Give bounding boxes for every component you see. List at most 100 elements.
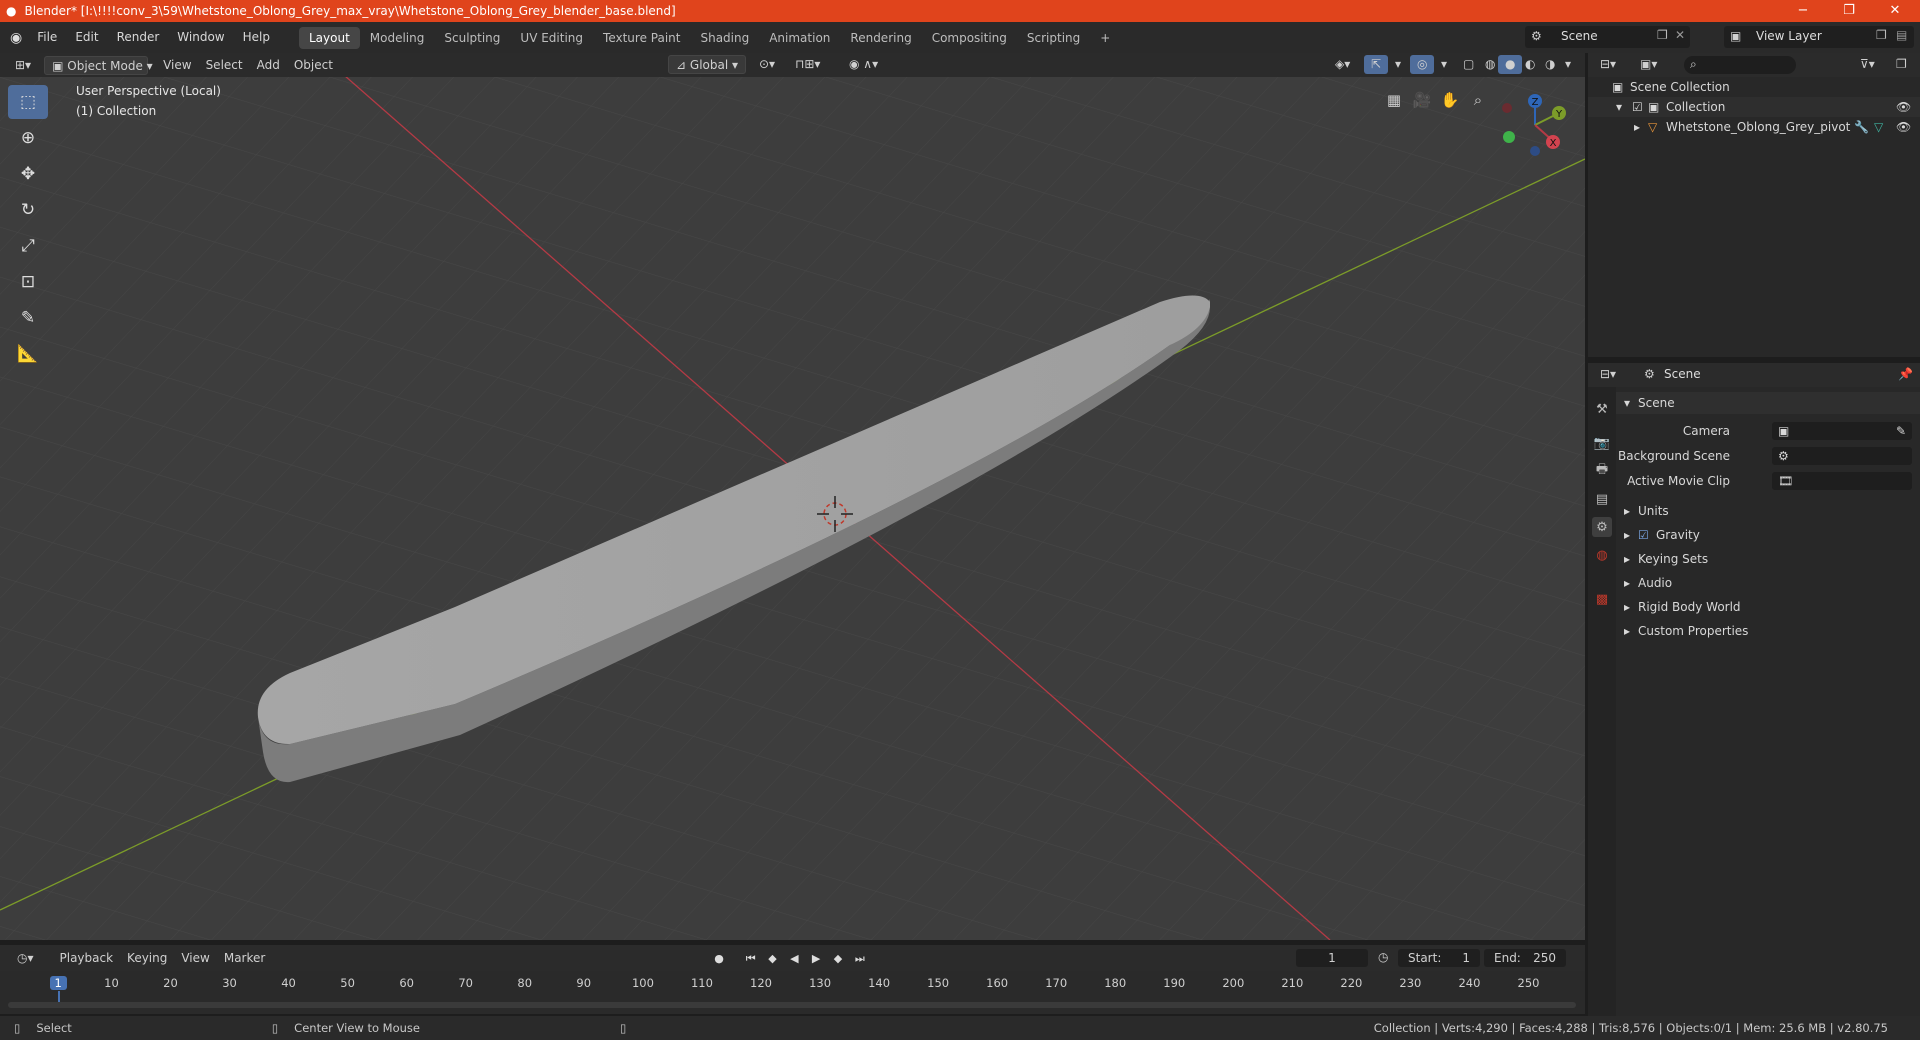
shading-dropdown-icon[interactable]: ▾ <box>1558 55 1578 74</box>
background-scene-field[interactable]: ⚙ <box>1772 447 1912 465</box>
gizmo-toggle-icon[interactable]: ⇱ <box>1364 55 1389 74</box>
minimize-button[interactable]: − <box>1780 0 1826 22</box>
active-movie-clip-field[interactable]: 🎞 <box>1772 472 1912 490</box>
viewport-scene[interactable] <box>0 77 1585 940</box>
move-tool[interactable]: ✥ <box>8 157 48 191</box>
menu-window[interactable]: Window <box>168 22 233 53</box>
outliner-search-input[interactable]: ⌕ <box>1684 56 1796 74</box>
display-mode-icon[interactable]: ▣▾ <box>1640 57 1657 71</box>
visibility-icon[interactable]: ◈▾ <box>1328 55 1357 74</box>
menu-object[interactable]: Object <box>287 56 340 75</box>
mesh-data-icon[interactable]: ▽ <box>1874 117 1883 137</box>
jump-start-icon[interactable]: ⏮ <box>742 950 760 968</box>
mode-dropdown[interactable]: ▣ Object Mode ▾ <box>44 55 153 75</box>
scene-selector[interactable]: ⚙ Scene ❐ ✕ <box>1525 26 1690 48</box>
pivot-point-icon[interactable]: ⊙▾ <box>752 55 782 74</box>
modifier-wrench-icon[interactable]: 🔧 <box>1854 117 1869 137</box>
overlays-toggle-icon[interactable]: ◎ <box>1410 55 1435 74</box>
workspace-tab-modeling[interactable]: Modeling <box>360 27 435 49</box>
workspace-tab-animation[interactable]: Animation <box>759 27 840 49</box>
annotate-tool[interactable]: ✎ <box>8 301 48 335</box>
scene-tab-icon[interactable]: ⚙ <box>1592 517 1612 537</box>
render-tab-icon[interactable]: 📷 <box>1592 433 1612 453</box>
timeline-scrollbar[interactable] <box>8 1002 1576 1008</box>
world-tab-icon[interactable]: ◍ <box>1592 545 1612 565</box>
record-icon[interactable]: ● <box>710 949 728 967</box>
view-layer-tab-icon[interactable]: ▤ <box>1592 489 1612 509</box>
panel-audio[interactable]: ▸ Audio <box>1616 572 1920 594</box>
editor-type-icon[interactable]: ⊞▾ <box>8 56 38 75</box>
preview-range-icon[interactable]: ◷ <box>1378 950 1388 964</box>
texture-tab-icon[interactable]: ▩ <box>1592 589 1612 609</box>
measure-tool[interactable]: 📐 <box>8 337 48 371</box>
pan-view-icon[interactable]: ✋ <box>1436 87 1464 113</box>
menu-add[interactable]: Add <box>250 56 287 75</box>
properties-editor-type-icon[interactable]: ⊟▾ <box>1600 367 1616 381</box>
select-box-tool[interactable]: ⬚ <box>8 85 48 119</box>
menu-timeline-view[interactable]: View <box>174 949 216 968</box>
workspace-tab-texture-paint[interactable]: Texture Paint <box>593 27 690 49</box>
overlays-dropdown-icon[interactable]: ▾ <box>1434 55 1454 74</box>
menu-file[interactable]: File <box>28 22 66 53</box>
zoom-view-icon[interactable]: ⌕ <box>1464 87 1492 113</box>
expand-arrow-icon[interactable]: ▾ <box>1616 97 1622 117</box>
workspace-tab-compositing[interactable]: Compositing <box>922 27 1017 49</box>
menu-marker[interactable]: Marker <box>217 949 272 968</box>
workspace-tab-scripting[interactable]: Scripting <box>1017 27 1090 49</box>
transform-orientation-dropdown[interactable]: ⊿ Global ▾ <box>668 55 746 74</box>
output-tab-icon[interactable]: 🖶 <box>1592 461 1612 481</box>
menu-select[interactable]: Select <box>199 56 250 75</box>
menu-keying[interactable]: Keying <box>120 949 174 968</box>
jump-keyframe-forward-icon[interactable]: ◆ <box>829 949 847 967</box>
menu-view[interactable]: View <box>156 56 198 75</box>
new-view-layer-icon[interactable]: ❐ <box>1876 28 1887 42</box>
camera-view-icon[interactable]: 🎥 <box>1408 87 1436 113</box>
delete-scene-icon[interactable]: ✕ <box>1675 28 1685 42</box>
panel-custom-properties[interactable]: ▸ Custom Properties <box>1616 620 1920 642</box>
menu-help[interactable]: Help <box>234 22 279 53</box>
snap-icon[interactable]: ⊓⊞▾ <box>788 55 827 74</box>
add-workspace-button[interactable]: + <box>1090 27 1120 49</box>
start-frame-field[interactable]: Start: 1 <box>1398 949 1480 967</box>
jump-keyframe-back-icon[interactable]: ◆ <box>763 949 781 967</box>
delete-view-layer-icon[interactable]: ▤ <box>1896 28 1907 42</box>
outliner-editor-type-icon[interactable]: ⊟▾ <box>1600 57 1616 71</box>
camera-field[interactable]: ▣ ✎ <box>1772 422 1912 440</box>
gravity-checkbox[interactable]: ☑ <box>1638 524 1649 546</box>
play-reverse-icon[interactable]: ◀ <box>785 949 803 967</box>
new-scene-icon[interactable]: ❐ <box>1657 28 1668 42</box>
expand-arrow-icon[interactable]: ▸ <box>1634 117 1640 137</box>
scene-section-header[interactable]: ▾ Scene <box>1616 392 1920 414</box>
cursor-tool[interactable]: ⊕ <box>8 121 48 155</box>
timeline-editor-type-icon[interactable]: ◷▾ <box>10 949 41 968</box>
timeline[interactable]: 1 10 20 30 40 50 60 70 80 90 100 110 120 130 140 150 160… <box>0 971 1585 1014</box>
view-layer-selector[interactable]: ▣ View Layer ❐ ▤ <box>1724 26 1914 48</box>
workspace-tab-layout[interactable]: Layout <box>298 26 360 49</box>
workspace-tab-rendering[interactable]: Rendering <box>840 27 921 49</box>
pin-icon[interactable]: 📌 <box>1898 367 1913 381</box>
panel-keying-sets[interactable]: ▸ Keying Sets <box>1616 548 1920 570</box>
gizmo-dropdown-icon[interactable]: ▾ <box>1388 55 1408 74</box>
toggle-grid-icon[interactable]: ▦ <box>1380 87 1408 113</box>
blender-menu-icon[interactable]: ◉ <box>10 30 22 46</box>
outliner-collection-row[interactable]: ▾ ☑ ▣ Collection 👁 <box>1588 97 1920 117</box>
tool-tab-icon[interactable]: ⚒ <box>1592 399 1612 419</box>
workspace-tab-uv-editing[interactable]: UV Editing <box>510 27 593 49</box>
navigation-gizmo[interactable]: Z Y X <box>1495 85 1575 165</box>
end-frame-field[interactable]: End: 250 <box>1484 949 1566 967</box>
play-icon[interactable]: ▶ <box>807 949 825 967</box>
workspace-tab-shading[interactable]: Shading <box>690 27 759 49</box>
3d-viewport[interactable] <box>0 77 1585 940</box>
jump-end-icon[interactable]: ⏭ <box>851 950 869 968</box>
maximize-button[interactable]: ❐ <box>1826 0 1872 22</box>
workspace-tab-sculpting[interactable]: Sculpting <box>434 27 510 49</box>
rotate-tool[interactable]: ↻ <box>8 193 48 227</box>
menu-edit[interactable]: Edit <box>66 22 107 53</box>
panel-units[interactable]: ▸ Units <box>1616 500 1920 522</box>
menu-playback[interactable]: Playback <box>53 949 121 968</box>
include-checkbox[interactable]: ☑ <box>1632 97 1643 117</box>
outliner-scene-collection-row[interactable]: ▣ Scene Collection <box>1588 77 1920 97</box>
outliner-object-row[interactable]: ▸ ▽ Whetstone_Oblong_Grey_pivot 🔧 ▽ 👁 <box>1588 117 1920 137</box>
transform-tool[interactable]: ⊡ <box>8 265 48 299</box>
visibility-eye-icon[interactable]: 👁 <box>1896 97 1911 117</box>
